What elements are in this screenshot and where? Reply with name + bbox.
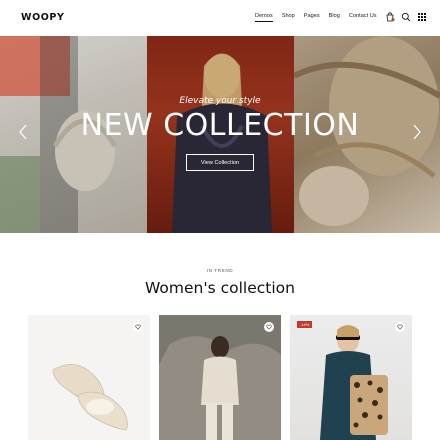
wishlist-heart-icon[interactable] [264,322,274,332]
hero-kicker: Elevate your style [179,96,261,106]
header-icons [385,12,427,22]
site-header: WOOPY Demos Shop Pages Blog Contact Us [0,0,440,36]
search-icon[interactable] [401,12,411,22]
nav-shop[interactable]: Shop [282,13,295,19]
nav-blog[interactable]: Blog [329,13,340,19]
view-collection-button[interactable]: View Collection [186,154,254,171]
product-card[interactable] [159,315,281,440]
grid-menu-icon[interactable] [417,12,427,22]
product-card[interactable] [28,315,150,440]
nav-contact-us[interactable]: Contact Us [349,13,377,19]
cart-icon[interactable] [385,12,395,22]
main-nav: Demos Shop Pages Blog Contact Us [255,13,386,22]
site-logo[interactable]: WOOPY [21,12,64,23]
hero-title: NEW COLLECTION [80,108,360,143]
product-card[interactable]: -14% [290,315,412,440]
wishlist-heart-icon[interactable] [395,322,405,332]
product-image [52,363,128,431]
discount-badge: -14% [297,321,313,328]
section-kicker: IN TREND [206,268,234,273]
nav-pages[interactable]: Pages [304,13,320,19]
hero-banner: Elevate your style NEW COLLECTION View C… [0,36,440,233]
product-image [320,325,388,440]
section-title: Women's collection [145,279,295,297]
nav-demos[interactable]: Demos [255,13,273,22]
wishlist-heart-icon[interactable] [133,322,143,332]
product-image [159,315,281,440]
chevron-right-icon[interactable] [411,124,423,140]
chevron-left-icon[interactable] [17,124,29,140]
